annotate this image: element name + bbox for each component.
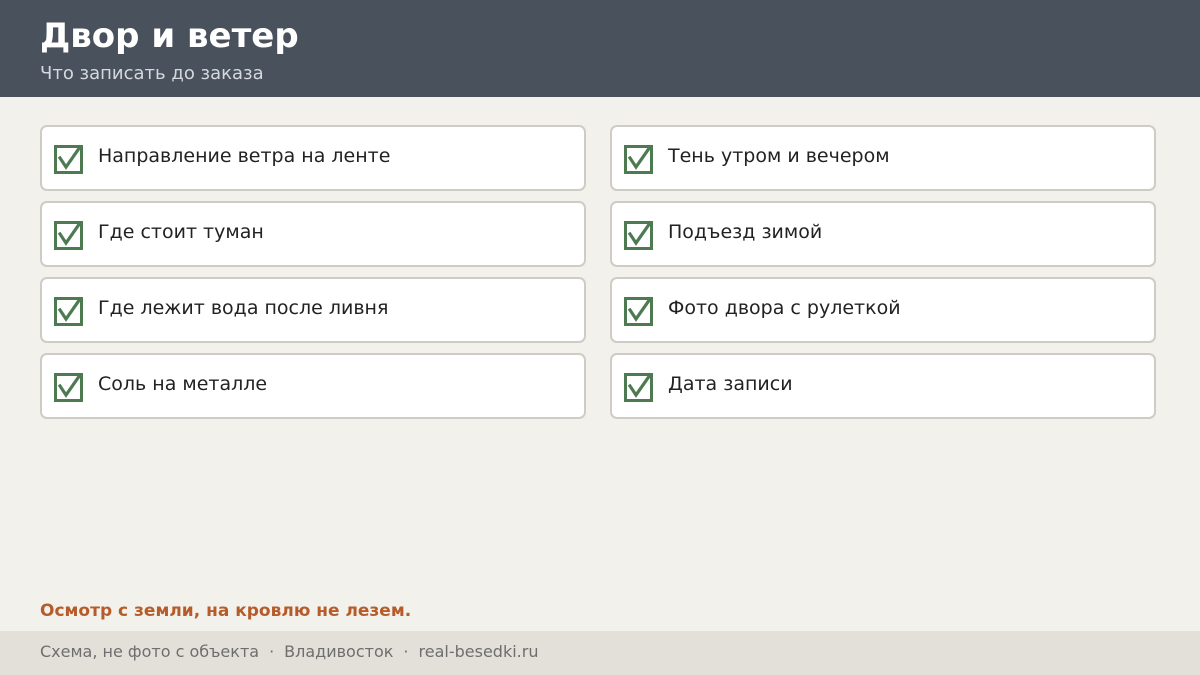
checklist-item-label: Где стоит туман — [98, 221, 264, 243]
header-bar: Двор и ветер Что записать до заказа — [0, 0, 1200, 97]
footer-text: Схема, не фото с объекта · Владивосток · rea… — [40, 641, 538, 663]
checklist-item-label: Подъезд зимой — [668, 221, 823, 243]
checklist-item[interactable]: Направление ветра на ленте — [40, 125, 586, 191]
checkbox-checked-icon[interactable] — [624, 144, 654, 174]
checkbox-checked-icon[interactable] — [54, 220, 84, 250]
checklist-item[interactable]: Дата записи — [610, 353, 1156, 419]
checkbox-checked-icon[interactable] — [624, 296, 654, 326]
checklist-item[interactable]: Тень утром и вечером — [610, 125, 1156, 191]
checkbox-checked-icon[interactable] — [624, 220, 654, 250]
checklist-item-label: Направление ветра на ленте — [98, 145, 391, 167]
checklist-item[interactable]: Подъезд зимой — [610, 201, 1156, 267]
checklist-item-label: Дата записи — [668, 373, 793, 395]
checklist-item[interactable]: Соль на металле — [40, 353, 586, 419]
page-subtitle: Что записать до заказа — [40, 63, 264, 84]
checklist-item[interactable]: Фото двора с рулеткой — [610, 277, 1156, 343]
page-title: Двор и ветер — [40, 16, 299, 56]
footer-note: Схема, не фото с объекта — [40, 642, 260, 661]
footer-site-link[interactable]: real-besedki.ru — [419, 642, 539, 661]
warning-note: Осмотр с земли, на кровлю не лезем. — [40, 601, 412, 621]
footer-city: Владивосток — [284, 642, 394, 661]
footer-bar: Схема, не фото с объекта · Владивосток · rea… — [0, 631, 1200, 675]
checkbox-checked-icon[interactable] — [624, 372, 654, 402]
checklist-item[interactable]: Где стоит туман — [40, 201, 586, 267]
checklist-item[interactable]: Где лежит вода после ливня — [40, 277, 586, 343]
checkbox-checked-icon[interactable] — [54, 372, 84, 402]
checklist-item-label: Где лежит вода после ливня — [98, 297, 389, 319]
checkbox-checked-icon[interactable] — [54, 296, 84, 326]
checklist: Направление ветра на ленте Тень утром и … — [40, 125, 1156, 419]
footer-separator: · — [403, 642, 409, 661]
checklist-item-label: Фото двора с рулеткой — [668, 297, 901, 319]
checkbox-checked-icon[interactable] — [54, 144, 84, 174]
checklist-item-label: Соль на металле — [98, 373, 268, 395]
checklist-item-label: Тень утром и вечером — [668, 145, 890, 167]
footer-separator: · — [269, 642, 275, 661]
